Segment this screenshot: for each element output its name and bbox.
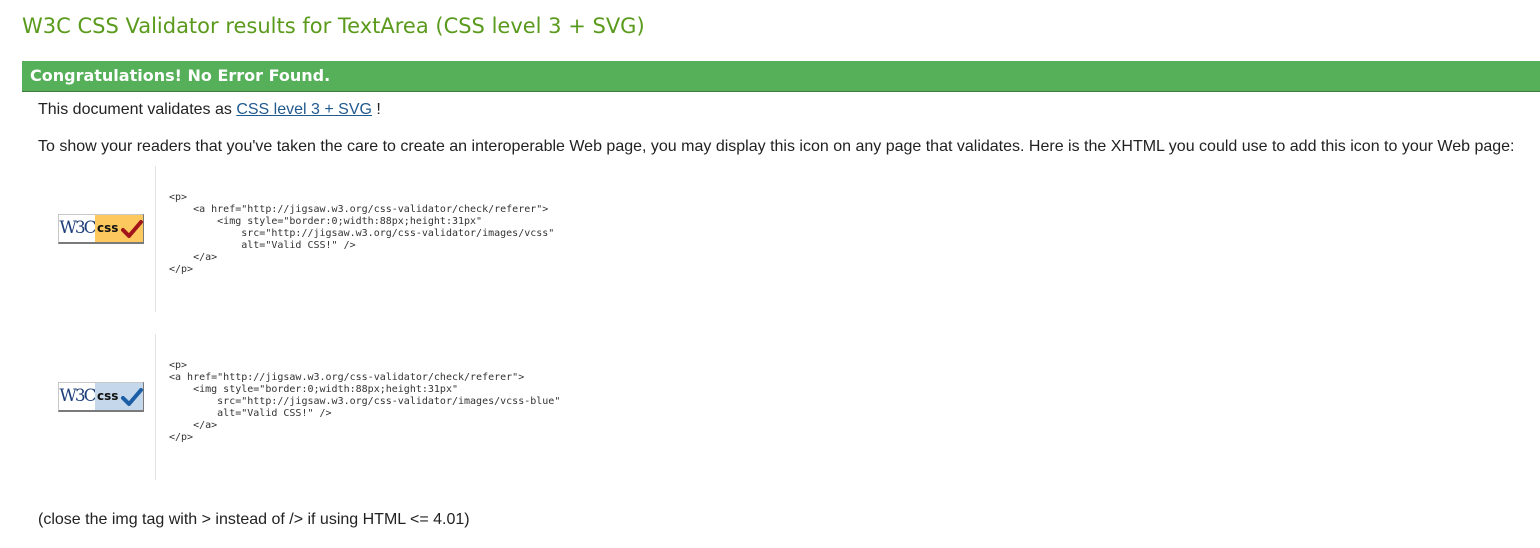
checkmark-icon xyxy=(121,388,143,406)
validation-statement: This document validates as CSS level 3 +… xyxy=(38,101,381,119)
validates-suffix: ! xyxy=(371,101,381,118)
badge-code-snippet-gold: <p> <a href="http://jigsaw.w3.org/css-va… xyxy=(155,166,855,312)
close-tag-note: (close the img tag with > instead of /> … xyxy=(38,511,470,528)
page-title: W3C CSS Validator results for TextArea (… xyxy=(22,14,645,38)
w3c-logo-text: W3C xyxy=(59,215,97,242)
badge-css-label: css xyxy=(97,221,119,235)
badge-css-label: css xyxy=(97,389,119,403)
valid-css-badge-gold[interactable]: W3C css xyxy=(58,214,144,244)
icon-instructions: To show your readers that you've taken t… xyxy=(38,138,1515,155)
validates-prefix: This document validates as xyxy=(38,101,237,118)
badge-code-snippet-blue: <p> <a href="http://jigsaw.w3.org/css-va… xyxy=(155,334,855,480)
valid-css-badge-blue[interactable]: W3C css xyxy=(58,382,144,412)
checkmark-icon xyxy=(121,220,143,238)
success-banner: Congratulations! No Error Found. xyxy=(22,61,1540,92)
w3c-logo-text: W3C xyxy=(59,383,97,410)
success-message: Congratulations! No Error Found. xyxy=(30,66,331,85)
css-profile-link[interactable]: CSS level 3 + SVG xyxy=(236,101,372,118)
